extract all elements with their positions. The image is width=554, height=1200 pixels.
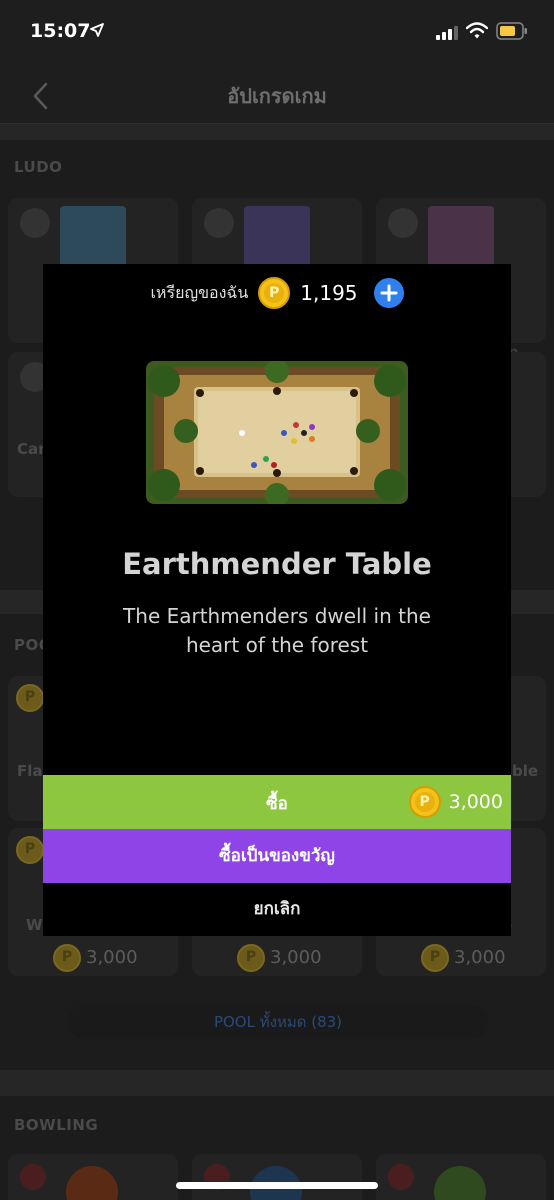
ludo-icon xyxy=(204,208,234,238)
bowling-card[interactable] xyxy=(192,1154,362,1200)
card-label: Fla xyxy=(17,762,43,780)
buy-price-value: 3,000 xyxy=(448,791,503,813)
location-arrow-icon xyxy=(90,22,104,41)
price-label: 3,000 xyxy=(454,947,506,968)
bowling-card[interactable] xyxy=(376,1154,546,1200)
coin-icon: P xyxy=(408,786,441,818)
wallet-row: เหรียญของฉัน P 1,195 xyxy=(43,276,511,310)
nav-bar: อัปเกรดเกม xyxy=(0,66,554,124)
coin-icon xyxy=(16,836,44,864)
item-title: Earthmender Table xyxy=(122,547,432,581)
status-bar: 15:07 xyxy=(0,0,554,66)
section-title-ludo: LUDO xyxy=(14,158,63,176)
bowling-ball-icon xyxy=(20,1164,46,1190)
card-label: Car xyxy=(17,440,46,458)
bowling-ball-icon xyxy=(388,1164,414,1190)
coin-icon xyxy=(53,944,81,972)
item-description: The Earthmenders dwell in the heart of t… xyxy=(123,604,431,657)
wallet-balance: 1,195 xyxy=(300,281,358,305)
card-label: W xyxy=(26,916,43,934)
ludo-board-thumb xyxy=(244,206,310,268)
ludo-board-thumb xyxy=(60,206,126,268)
add-coins-button[interactable] xyxy=(373,278,404,308)
price-label: 3,000 xyxy=(270,947,322,968)
ludo-board-thumb xyxy=(428,206,494,268)
wifi-icon xyxy=(465,22,489,44)
buy-as-gift-button[interactable]: ซื้อเป็นของขวัญ xyxy=(43,829,511,883)
bowling-ball-thumb xyxy=(434,1166,486,1200)
plus-icon xyxy=(380,284,398,302)
card-label: ble xyxy=(512,762,539,780)
signal-icon xyxy=(436,25,458,44)
section-title-bowling: BOWLING xyxy=(14,1116,99,1134)
buy-price: P 3,000 xyxy=(408,786,503,818)
buy-button[interactable]: ซื้อ P 3,000 xyxy=(43,775,511,829)
coin-icon xyxy=(421,944,449,972)
battery-icon xyxy=(496,22,528,44)
bowling-card[interactable] xyxy=(8,1154,178,1200)
purchase-dialog: เหรียญของฉัน P 1,195 Earthmender Table T… xyxy=(43,264,511,936)
ludo-icon xyxy=(20,208,50,238)
coin-icon xyxy=(16,684,44,712)
wallet-label: เหรียญของฉัน xyxy=(150,282,249,302)
ludo-icon xyxy=(388,208,418,238)
table-preview-image xyxy=(146,361,408,504)
coin-icon: P xyxy=(258,277,291,309)
coin-icon xyxy=(237,944,265,972)
status-time: 15:07 xyxy=(30,20,91,42)
price-label: 3,000 xyxy=(86,947,138,968)
cancel-button[interactable]: ยกเลิก xyxy=(43,883,511,936)
bowling-ball-thumb xyxy=(66,1166,118,1200)
home-indicator xyxy=(176,1182,378,1189)
page-title: อัปเกรดเกม xyxy=(227,84,327,108)
pool-all-button[interactable]: POOL ทั้งหมด (83) xyxy=(68,1005,488,1039)
